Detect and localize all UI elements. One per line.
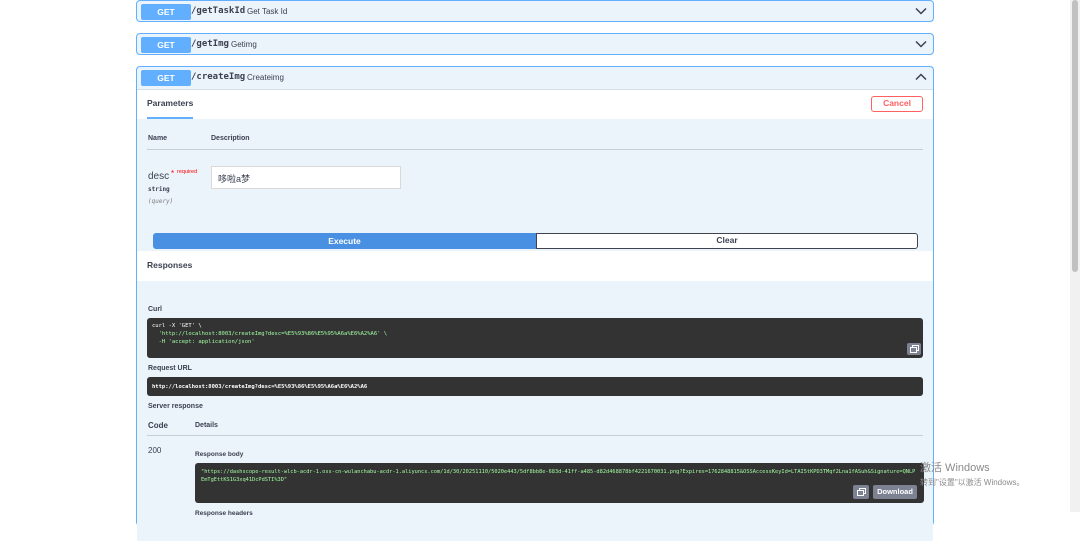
parameters-body: Name Description desc * required string … (137, 119, 933, 251)
response-headers-label: Response headers (195, 510, 253, 517)
watermark-line1: 激活 Windows (920, 462, 990, 474)
cancel-button[interactable]: Cancel (871, 96, 923, 112)
execute-button[interactable]: Execute (153, 233, 536, 249)
divider (147, 149, 923, 150)
col-description-header: Description (211, 135, 250, 142)
code-header: Code (148, 421, 168, 430)
chevron-down-icon[interactable] (915, 6, 927, 16)
op-path: /getImg (191, 39, 229, 49)
request-url: http://localhost:8003/createImg?desc=%E5… (147, 377, 923, 396)
param-name: desc (148, 171, 170, 182)
curl-code[interactable]: curl -X 'GET' \ 'http://localhost:8003/c… (147, 318, 923, 358)
curl-line: curl -X 'GET' \ (152, 323, 202, 329)
op-summary-text: Getimg (231, 40, 257, 49)
curl-line: -H 'accept: application/json' (152, 339, 255, 345)
param-location: (query) (148, 198, 174, 205)
responses-title: Responses (147, 260, 193, 270)
scrollbar-thumb[interactable] (1072, 0, 1078, 272)
copy-icon[interactable] (907, 343, 921, 355)
copy-icon[interactable] (853, 485, 869, 499)
op-path: /createImg (191, 72, 246, 82)
response-body-code[interactable]: "https://dashscope-result-wlcb-acdr-1.os… (195, 463, 924, 503)
response-body-label: Response body (195, 451, 244, 458)
op-create-img: GET /createImg Createimg Parameters Canc… (136, 66, 934, 541)
responses-body: Curl curl -X 'GET' \ 'http://localhost:8… (137, 281, 933, 541)
op-summary[interactable]: GET /getImg Getimg (137, 34, 933, 56)
op-summary[interactable]: GET /getTaskId Get Task Id (137, 1, 933, 23)
param-type: string (148, 186, 170, 193)
responses-header: Responses (137, 251, 933, 281)
op-summary-text: Createimg (247, 73, 284, 82)
curl-line: 'http://localhost:8003/createImg?desc=%E… (152, 331, 388, 337)
op-get-task-id[interactable]: GET /getTaskId Get Task Id (136, 0, 934, 22)
chevron-down-icon[interactable] (915, 39, 927, 49)
scrollbar[interactable] (1070, 0, 1080, 512)
request-url-label: Request URL (148, 365, 192, 372)
details-header: Details (195, 422, 218, 429)
status-code: 200 (148, 446, 162, 455)
op-path: /getTaskId (191, 6, 246, 16)
windows-activation-watermark: 激活 Windows 转到"设置"以激活 Windows。 (920, 459, 1024, 488)
col-name-header: Name (148, 135, 168, 142)
curl-label: Curl (148, 306, 162, 313)
clear-button[interactable]: Clear (536, 233, 918, 249)
download-button[interactable]: Download (873, 485, 917, 499)
parameters-header: Parameters Cancel (137, 89, 933, 120)
desc-input[interactable]: 哆啦a梦 (211, 166, 401, 189)
required-label: required (177, 169, 198, 175)
watermark-line2: 转到"设置"以激活 Windows。 (920, 478, 1025, 487)
op-get-img[interactable]: GET /getImg Getimg (136, 33, 934, 55)
method-badge: GET (141, 4, 191, 20)
required-star: * (171, 169, 175, 178)
server-response-label: Server response (148, 403, 203, 410)
divider (147, 435, 923, 436)
method-badge: GET (141, 37, 191, 53)
op-summary-text: Get Task Id (247, 7, 288, 16)
method-badge: GET (141, 70, 191, 86)
tab-parameters[interactable]: Parameters (147, 98, 193, 108)
op-summary[interactable]: GET /createImg Createimg (137, 67, 933, 89)
chevron-up-icon[interactable] (915, 72, 927, 82)
